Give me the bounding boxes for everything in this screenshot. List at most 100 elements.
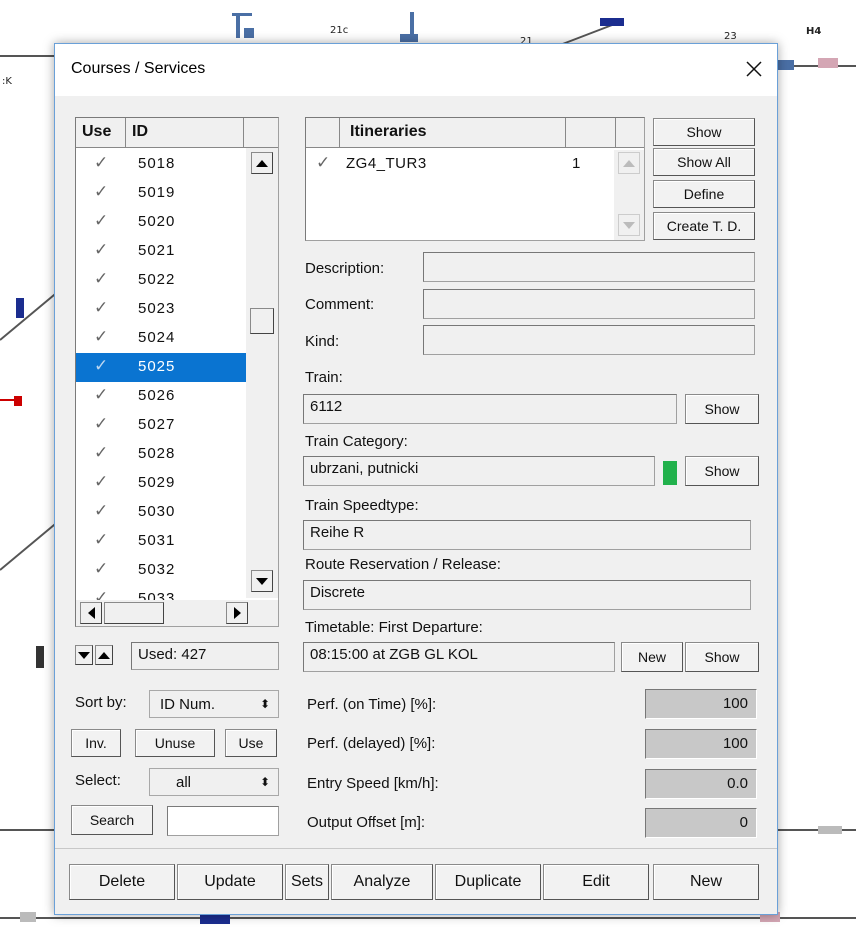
description-field[interactable] <box>423 252 755 282</box>
select-filter[interactable]: all ⬍ <box>149 768 279 796</box>
use-button[interactable]: Use <box>225 729 277 757</box>
move-down-button[interactable] <box>75 645 93 665</box>
scroll-right-button[interactable] <box>226 602 248 624</box>
train-field[interactable]: 6112 <box>303 394 677 424</box>
scroll-left-button[interactable] <box>80 602 102 624</box>
train-category-show-button[interactable]: Show <box>685 456 759 486</box>
list-item[interactable]: ✓ 5027 <box>76 411 248 440</box>
arrow-down-icon <box>78 651 90 659</box>
comment-label: Comment: <box>305 296 375 313</box>
itinerary-define-button[interactable]: Define <box>653 180 755 208</box>
list-item[interactable]: ✓ 5024 <box>76 324 248 353</box>
column-header-id[interactable]: ID <box>126 118 244 148</box>
course-id: 5021 <box>138 242 176 259</box>
train-value: 6112 <box>310 398 343 415</box>
scroll-thumb[interactable] <box>250 308 274 334</box>
sort-by-select[interactable]: ID Num. ⬍ <box>149 690 279 718</box>
use-check-icon[interactable]: ✓ <box>94 240 108 260</box>
bg-label-h4: H4 <box>806 26 822 37</box>
train-label: Train: <box>305 369 343 386</box>
use-check-icon[interactable]: ✓ <box>94 211 108 231</box>
timetable-value: 08:15:00 at ZGB GL KOL <box>310 646 478 663</box>
itineraries-header-title[interactable]: Itineraries <box>340 118 566 148</box>
arrow-down-icon <box>623 221 635 229</box>
list-item[interactable]: ✓ 5028 <box>76 440 248 469</box>
search-button[interactable]: Search <box>71 805 153 835</box>
list-item[interactable]: ✓ 5023 <box>76 295 248 324</box>
itineraries-header-count <box>566 118 616 148</box>
timetable-field[interactable]: 08:15:00 at ZGB GL KOL <box>303 642 615 672</box>
use-check-icon[interactable]: ✓ <box>94 443 108 463</box>
course-id: 5025 <box>138 358 176 375</box>
comment-field[interactable] <box>423 289 755 319</box>
list-item[interactable]: ✓ 5029 <box>76 469 248 498</box>
create-td-button[interactable]: Create T. D. <box>653 212 755 240</box>
use-check-icon[interactable]: ✓ <box>94 385 108 405</box>
search-input[interactable] <box>167 806 279 836</box>
bg-label-k: :K <box>2 76 12 87</box>
itinerary-show-all-button[interactable]: Show All <box>653 148 755 176</box>
use-check-icon[interactable]: ✓ <box>94 269 108 289</box>
list-item[interactable]: ✓ 5018 <box>76 150 248 179</box>
list-item[interactable]: ✓ 5030 <box>76 498 248 527</box>
course-id: 5020 <box>138 213 176 230</box>
train-category-field[interactable]: ubrzani, putnicki <box>303 456 655 486</box>
itineraries-scrollbar[interactable] <box>614 150 644 240</box>
course-id: 5030 <box>138 503 176 520</box>
train-category-value: ubrzani, putnicki <box>310 460 419 477</box>
route-reservation-field[interactable]: Discrete <box>303 580 751 610</box>
move-up-button[interactable] <box>95 645 113 665</box>
course-id: 5023 <box>138 300 176 317</box>
scroll-down-button[interactable] <box>251 570 273 592</box>
new-button[interactable]: New <box>653 864 759 900</box>
sets-button[interactable]: Sets <box>285 864 329 900</box>
use-check-icon[interactable]: ✓ <box>94 530 108 550</box>
analyze-button[interactable]: Analyze <box>331 864 433 900</box>
close-button[interactable] <box>739 54 769 84</box>
kind-field[interactable] <box>423 325 755 355</box>
scroll-up-button[interactable] <box>251 152 273 174</box>
timetable-new-button[interactable]: New <box>621 642 683 672</box>
vertical-scrollbar[interactable] <box>246 148 278 598</box>
use-check-icon[interactable]: ✓ <box>94 501 108 521</box>
horizontal-scrollbar[interactable] <box>76 600 278 626</box>
list-item[interactable]: ✓ 5025 <box>76 353 248 382</box>
use-check-icon[interactable]: ✓ <box>94 414 108 434</box>
route-reservation-label: Route Reservation / Release: <box>305 556 501 573</box>
unuse-button[interactable]: Unuse <box>135 729 215 757</box>
itinerary-show-button[interactable]: Show <box>653 118 755 146</box>
use-check-icon[interactable]: ✓ <box>94 327 108 347</box>
update-button[interactable]: Update <box>177 864 283 900</box>
itinerary-row[interactable]: ✓ ZG4_TUR3 1 <box>306 151 606 177</box>
itineraries-header-use <box>306 118 340 148</box>
timetable-show-button[interactable]: Show <box>685 642 759 672</box>
use-check-icon[interactable]: ✓ <box>94 356 108 376</box>
used-count-field: Used: 427 <box>131 642 279 670</box>
use-check-icon[interactable]: ✓ <box>94 153 108 173</box>
list-item[interactable]: ✓ 5026 <box>76 382 248 411</box>
list-item[interactable]: ✓ 5020 <box>76 208 248 237</box>
itineraries-scroll-down[interactable] <box>618 214 640 236</box>
list-item[interactable]: ✓ 5031 <box>76 527 248 556</box>
duplicate-button[interactable]: Duplicate <box>435 864 541 900</box>
use-check-icon[interactable]: ✓ <box>94 559 108 579</box>
list-item[interactable]: ✓ 5021 <box>76 237 248 266</box>
course-id-list[interactable]: Use ID ✓ 5018 ✓ 5019 ✓ 5020 ✓ 5021 ✓ 5022 ✓ 5023 ✓ 50… <box>75 117 279 627</box>
list-item[interactable]: ✓ 5022 <box>76 266 248 295</box>
train-show-button[interactable]: Show <box>685 394 759 424</box>
list-item[interactable]: ✓ 5019 <box>76 179 248 208</box>
edit-button[interactable]: Edit <box>543 864 649 900</box>
invert-button[interactable]: Inv. <box>71 729 121 757</box>
list-item[interactable]: ✓ 5032 <box>76 556 248 585</box>
use-check-icon[interactable]: ✓ <box>94 298 108 318</box>
itineraries-list[interactable]: Itineraries ✓ ZG4_TUR3 1 <box>305 117 645 241</box>
use-check-icon[interactable]: ✓ <box>94 472 108 492</box>
use-check-icon[interactable]: ✓ <box>94 182 108 202</box>
delete-button[interactable]: Delete <box>69 864 175 900</box>
column-header-use[interactable]: Use <box>76 118 126 148</box>
arrow-up-icon <box>623 159 635 167</box>
sort-by-value: ID Num. <box>160 695 216 713</box>
itineraries-scroll-up[interactable] <box>618 152 640 174</box>
train-speedtype-field[interactable]: Reihe R <box>303 520 751 550</box>
horizontal-scroll-thumb[interactable] <box>104 602 164 624</box>
